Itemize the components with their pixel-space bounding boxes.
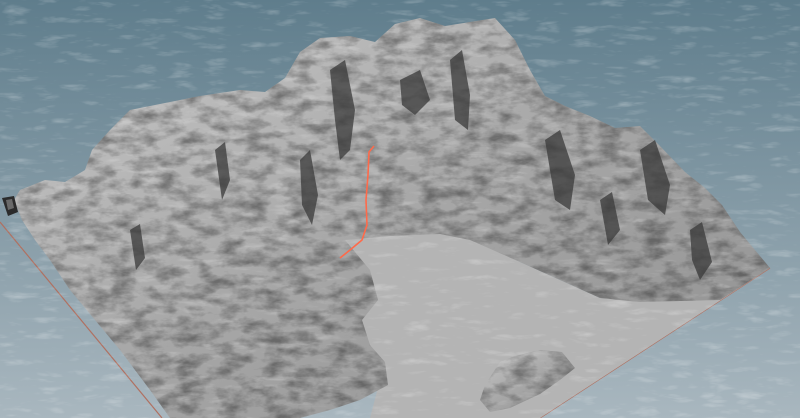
3d-viewport[interactable] xyxy=(0,0,800,418)
terrain-scene[interactable] xyxy=(0,0,800,418)
